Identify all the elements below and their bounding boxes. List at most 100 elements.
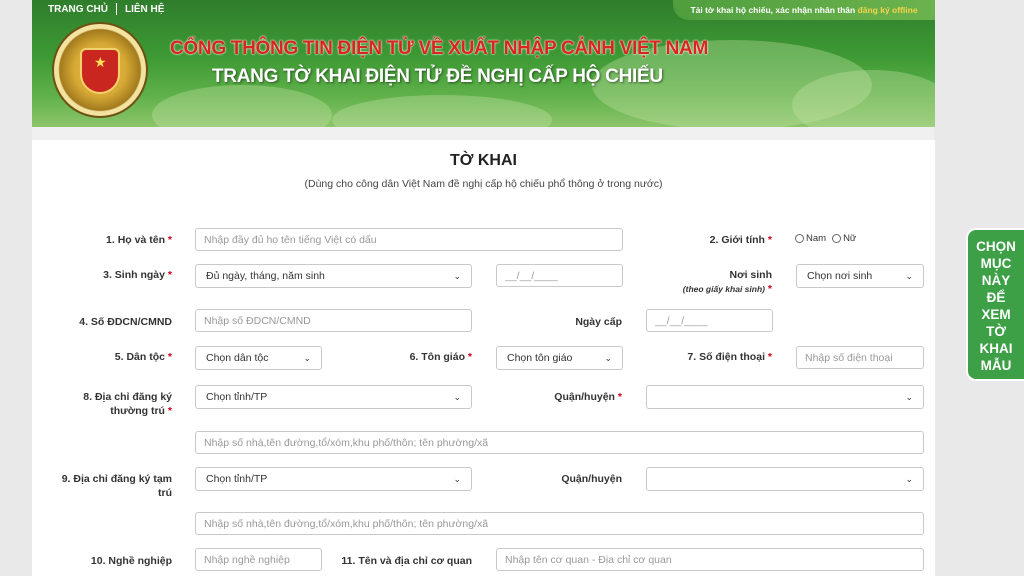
temp-address-label-line1: 9. Địa chỉ đăng ký tạm <box>61 473 172 485</box>
id-number-label-text: 4. Số ĐDCN/CMND <box>79 316 172 328</box>
gender-male-label: Nam <box>806 233 827 244</box>
birth-place-label-text: Nơi sinh <box>729 269 772 281</box>
required-mark: * <box>617 391 622 403</box>
full-name-input[interactable] <box>195 228 623 251</box>
side-tab-line: KHAI <box>979 341 1013 356</box>
temp-address-label: 9. Địa chỉ đăng ký tạm trú <box>52 472 172 500</box>
religion-label-text: 6. Tôn giáo <box>409 351 465 363</box>
full-name-label-text: 1. Họ và tên <box>106 234 165 246</box>
form-card: TỜ KHAI (Dùng cho công dân Việt Nam đề n… <box>32 140 935 576</box>
gender-female-radio[interactable]: Nữ <box>832 233 856 244</box>
side-tab-line: CHỌN <box>976 239 1016 254</box>
perm-province-select[interactable]: Chọn tỉnh/TP ⌄ <box>195 385 472 409</box>
chevron-down-icon: ⌄ <box>303 352 311 363</box>
temp-street-input[interactable] <box>195 512 924 535</box>
ethnicity-select[interactable]: Chọn dân tộc ⌄ <box>195 346 322 370</box>
download-banner[interactable]: Tải tờ khai hộ chiếu, xác nhận nhân thân… <box>673 0 935 20</box>
perm-district-select[interactable]: ⌄ <box>646 385 924 409</box>
required-mark: * <box>467 351 472 363</box>
select-value: Đủ ngày, tháng, năm sinh <box>206 270 325 282</box>
select-value: Chọn dân tộc <box>206 352 269 364</box>
chevron-down-icon: ⌄ <box>604 352 612 363</box>
required-mark: * <box>167 351 172 363</box>
perm-district-label: Quận/huyện * <box>502 390 622 404</box>
birth-date-label: 3. Sinh ngày * <box>52 268 172 282</box>
side-tab-line: MỤC <box>980 256 1012 271</box>
issue-date-input[interactable] <box>646 309 773 332</box>
banner-prefix: Tải tờ khai <box>690 5 734 15</box>
issue-date-label: Ngày cấp <box>502 315 622 329</box>
temp-district-select[interactable]: ⌄ <box>646 467 924 491</box>
birth-place-label: Nơi sinh (theo giấy khai sinh) * <box>652 268 772 296</box>
banner-middle: hộ chiếu, xác nhận nhân thân <box>733 5 858 15</box>
side-tab-line: MẪU <box>980 358 1012 373</box>
workplace-label: 11. Tên và địa chỉ cơ quan <box>332 554 472 568</box>
view-sample-form-tab[interactable]: CHỌN MỤC NÀY ĐỂ XEM TỜ KHAI MẪU <box>966 228 1024 381</box>
perm-address-label-line2: thường trú <box>110 405 165 417</box>
occupation-input[interactable] <box>195 548 322 571</box>
occupation-label-text: 10. Nghề nghiệp <box>90 555 172 567</box>
required-mark: * <box>167 269 172 281</box>
phone-label-text: 7. Số điện thoại <box>687 351 765 363</box>
chevron-down-icon: ⌄ <box>905 270 913 281</box>
gender-male-radio[interactable]: Nam <box>795 233 826 244</box>
radio-circle-icon[interactable] <box>832 234 842 243</box>
temp-address-label-line2: trú <box>158 487 172 499</box>
background-left <box>0 0 32 576</box>
required-mark: * <box>767 283 772 295</box>
header-cloud <box>332 95 552 127</box>
chevron-down-icon: ⌄ <box>453 473 461 484</box>
side-tab-line: NÀY <box>981 273 1011 288</box>
side-tab-line: TỜ <box>986 324 1006 339</box>
top-nav: TRANG CHỦ LIÊN HỆ <box>32 0 172 18</box>
perm-address-label: 8. Địa chỉ đăng ký thường trú * <box>52 390 172 418</box>
chevron-down-icon: ⌄ <box>453 270 461 281</box>
emblem-star-icon: ★ <box>94 54 107 70</box>
select-value: Chọn tỉnh/TP <box>206 473 268 485</box>
gender-radio-group: Nam Nữ <box>795 233 862 244</box>
full-name-label: 1. Họ và tên * <box>52 233 172 247</box>
workplace-label-text: 11. Tên và địa chỉ cơ quan <box>341 555 472 567</box>
required-mark: * <box>167 234 172 246</box>
chevron-down-icon: ⌄ <box>905 473 913 484</box>
banner-offline-link[interactable]: đăng ký offline <box>858 5 918 15</box>
site-subtitle: TRANG TỜ KHAI ĐIỆN TỬ ĐỀ NGHỊ CẤP HỘ CHI… <box>212 66 663 87</box>
gender-label-text: 2. Giới tính <box>709 234 765 246</box>
site-title: CỔNG THÔNG TIN ĐIỆN TỬ VỀ XUẤT NHẬP CẢNH… <box>170 38 709 59</box>
gender-female-label: Nữ <box>843 233 857 244</box>
workplace-input[interactable] <box>496 548 924 571</box>
required-mark: * <box>767 351 772 363</box>
gender-label: 2. Giới tính * <box>652 233 772 247</box>
chevron-down-icon: ⌄ <box>905 391 913 402</box>
radio-circle-icon[interactable] <box>795 234 804 243</box>
side-tab-line: XEM <box>981 307 1011 322</box>
religion-select[interactable]: Chọn tôn giáo ⌄ <box>496 346 623 370</box>
select-value: Chọn tôn giáo <box>507 352 573 364</box>
chevron-down-icon: ⌄ <box>453 391 461 402</box>
issue-date-label-text: Ngày cấp <box>575 316 622 328</box>
ethnicity-label: 5. Dân tộc * <box>52 350 172 364</box>
nav-home-link[interactable]: TRANG CHỦ <box>40 4 116 15</box>
religion-label: 6. Tôn giáo * <box>352 350 472 364</box>
header-cloud <box>152 85 332 127</box>
select-value: Chọn nơi sinh <box>807 270 873 282</box>
perm-street-input[interactable] <box>195 431 924 454</box>
occupation-label: 10. Nghề nghiệp <box>52 554 172 568</box>
select-value: Chọn tỉnh/TP <box>206 391 268 403</box>
birth-date-input[interactable] <box>496 264 623 287</box>
form-note: (Dùng cho công dân Việt Nam đề nghị cấp … <box>304 178 663 190</box>
side-tab-line: ĐỂ <box>986 290 1006 305</box>
birth-place-select[interactable]: Chọn nơi sinh ⌄ <box>796 264 924 288</box>
temp-province-select[interactable]: Chọn tỉnh/TP ⌄ <box>195 467 472 491</box>
id-number-input[interactable] <box>195 309 472 332</box>
nav-contact-link[interactable]: LIÊN HỆ <box>117 4 172 15</box>
required-mark: * <box>767 234 772 246</box>
site-header: TRANG CHỦ LIÊN HỆ Tải tờ khai hộ chiếu, … <box>32 0 935 127</box>
birth-date-label-text: 3. Sinh ngày <box>103 269 165 281</box>
birth-place-note: (theo giấy khai sinh) <box>682 284 765 294</box>
birth-date-type-select[interactable]: Đủ ngày, tháng, năm sinh ⌄ <box>195 264 472 288</box>
phone-label: 7. Số điện thoại * <box>652 350 772 364</box>
temp-district-label: Quận/huyện <box>502 472 622 486</box>
phone-input[interactable] <box>796 346 924 369</box>
immigration-emblem-logo: ★ <box>52 22 148 118</box>
